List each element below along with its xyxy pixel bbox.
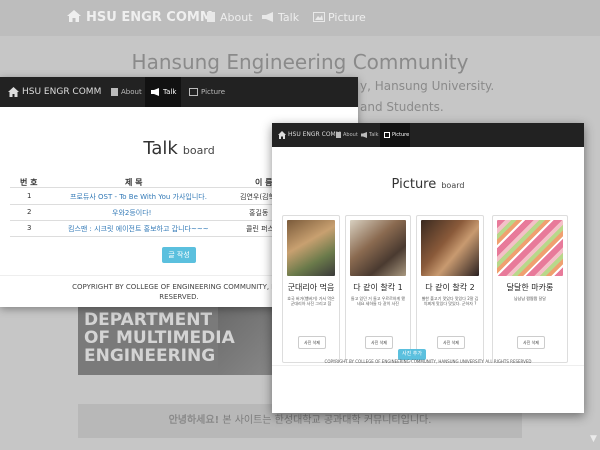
card-photo[interactable] xyxy=(421,220,479,276)
banner-line-3: ENGINEERING xyxy=(84,346,216,366)
card-photo[interactable] xyxy=(497,220,563,276)
megaphone-icon xyxy=(151,88,159,96)
picture-copyright: COPYRIGHT BY COLLEGE OF ENGINEERING COMM… xyxy=(324,359,532,364)
background-nav-about[interactable]: About xyxy=(220,11,253,24)
window-bottom xyxy=(272,373,584,413)
photo-card: 다 같이 찰칵 1 들고 있던 거 들고 우르르하게 됐네요 세하들 다 같이 … xyxy=(345,215,411,363)
background-subtitle-2: and Students. xyxy=(360,100,444,114)
picture-heading: Picture board xyxy=(272,173,584,192)
book-icon xyxy=(111,88,118,96)
talk-title: Talk xyxy=(143,138,178,159)
row-author: 콜린 퍼스 xyxy=(246,225,274,233)
card-title: 군대리아 먹음 xyxy=(287,283,335,292)
row-title-link[interactable]: 킴스맨 : 시크릿 에이전트 홍보하고 갑니다~~~ xyxy=(68,224,209,234)
picture-board-window: HSU ENGR COMM About Talk Picture Picture… xyxy=(272,123,584,413)
book-icon xyxy=(207,12,215,22)
talk-nav-talk-active[interactable]: Talk xyxy=(145,77,181,107)
delete-photo-button[interactable]: 사진 삭제 xyxy=(437,336,465,349)
home-icon xyxy=(278,131,286,139)
picture-icon xyxy=(384,132,390,138)
talk-nav-picture[interactable]: Picture xyxy=(201,88,225,96)
talk-brand[interactable]: HSU ENGR COMM xyxy=(22,87,101,97)
picture-icon xyxy=(189,88,198,96)
picture-brand[interactable]: HSU ENGR COMM xyxy=(288,131,341,138)
row-title-link[interactable]: 우와2등이다! xyxy=(112,208,151,218)
delete-photo-button[interactable]: 사진 삭제 xyxy=(517,336,545,349)
picture-nav-picture-label: Picture xyxy=(392,132,410,138)
picture-nav-picture-active[interactable]: Picture xyxy=(380,123,410,147)
photo-card: 달달한 마카롱 냠냠냠 짭짭짭 달달 사진 삭제 xyxy=(492,215,568,363)
scroll-down-icon[interactable]: ▼ xyxy=(590,434,597,444)
talk-nav-talk-label: Talk xyxy=(163,88,177,96)
megaphone-icon xyxy=(262,12,273,22)
card-photo[interactable] xyxy=(287,220,335,276)
card-title: 다 같이 찰칵 2 xyxy=(425,283,475,292)
card-description: 별한 풀고기 맛있다 맛있다 2잘 김치찌개 맛있다 맛있다. 군하자 ? xyxy=(421,296,479,306)
talk-nav-about[interactable]: About xyxy=(121,88,142,96)
background-page-title: Hansung Engineering Community xyxy=(131,50,469,74)
background-nav-talk[interactable]: Talk xyxy=(278,11,299,24)
row-number: 1 xyxy=(27,192,32,200)
delete-photo-button[interactable]: 사진 삭제 xyxy=(365,336,393,349)
book-icon xyxy=(336,132,341,138)
card-description: 냠냠냠 짭짭짭 달달 xyxy=(514,296,546,301)
welcome-greeting: 안녕하세요! xyxy=(168,415,220,426)
background-nav-picture[interactable]: Picture xyxy=(328,11,366,24)
row-author: 홍길동 xyxy=(249,209,269,217)
picture-nav-talk[interactable]: Talk xyxy=(369,132,379,138)
row-title-link[interactable]: 프로듀사 OST - To Be With You 가사입니다. xyxy=(70,192,207,202)
megaphone-icon xyxy=(361,132,367,138)
home-icon xyxy=(8,87,19,97)
picture-nav-about[interactable]: About xyxy=(343,132,358,138)
card-title: 달달한 마카롱 xyxy=(506,283,554,292)
card-photo[interactable] xyxy=(350,220,406,276)
card-description: 호국 버거(햄버거) 가서 먹은 군대리아 사진 그리고 참 xyxy=(287,296,335,306)
talk-navbar: HSU ENGR COMM About Talk Picture xyxy=(0,77,358,107)
home-icon xyxy=(67,10,81,22)
picture-title-suffix: board xyxy=(441,181,465,190)
write-post-button[interactable]: 글 작성 xyxy=(162,247,196,263)
welcome-text: 본 사이트는 한성대학교 공과대학 커뮤니티입니다. xyxy=(219,415,432,426)
photo-card: 다 같이 찰칵 2 별한 풀고기 맛있다 맛있다 2잘 김치찌개 맛있다 맛있다… xyxy=(416,215,484,363)
picture-navbar: HSU ENGR COMM About Talk Picture xyxy=(272,123,584,147)
picture-title: Picture xyxy=(391,177,437,192)
background-brand[interactable]: HSU ENGR COMM xyxy=(86,10,213,25)
background-navbar: HSU ENGR COMM About Talk Picture xyxy=(0,0,600,36)
row-number: 3 xyxy=(27,224,32,232)
card-title: 다 같이 찰칵 1 xyxy=(353,283,403,292)
background-subtitle-1: y, Hansung University. xyxy=(360,79,495,93)
row-number: 2 xyxy=(27,208,32,216)
delete-photo-button[interactable]: 사진 삭제 xyxy=(298,336,326,349)
picture-icon xyxy=(313,12,325,22)
talk-title-suffix: board xyxy=(182,144,215,157)
footer-divider xyxy=(272,365,584,366)
photo-card: 군대리아 먹음 호국 버거(햄버거) 가서 먹은 군대리아 사진 그리고 참 사… xyxy=(282,215,340,363)
row-author: 김연우(김학 xyxy=(240,193,275,201)
card-description: 들고 있던 거 들고 우르르하게 됐네요 세하들 다 같이 사진 xyxy=(350,296,406,306)
